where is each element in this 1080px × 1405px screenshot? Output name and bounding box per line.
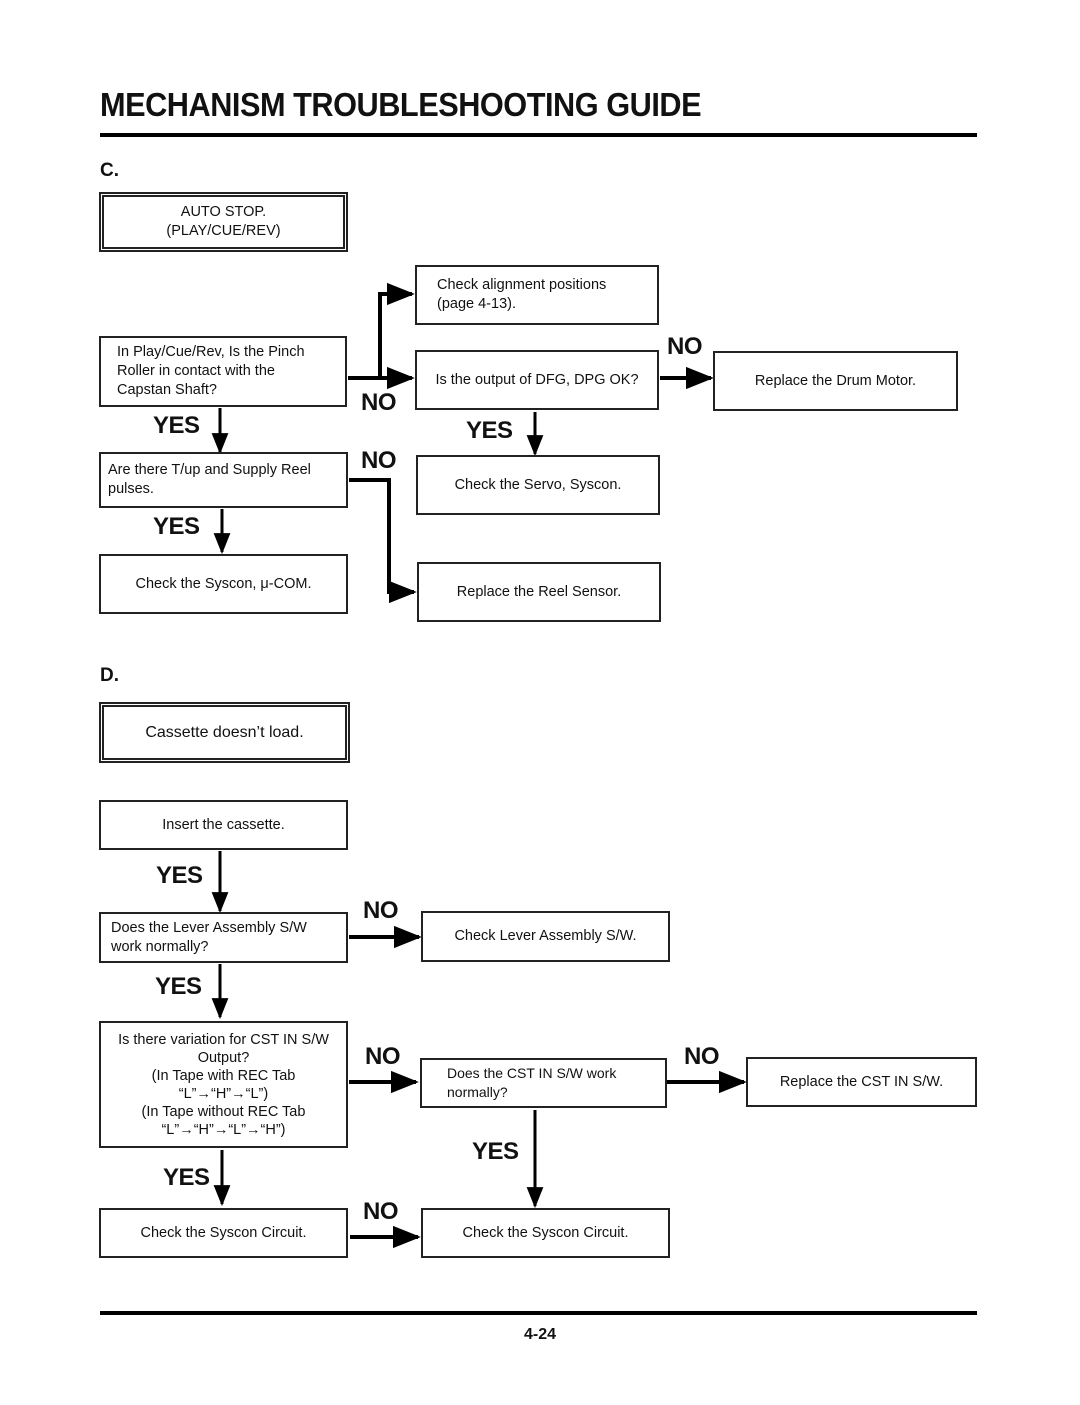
insert-cassette-text: Insert the cassette.	[162, 816, 285, 833]
dfg-dpg-question-text: Is the output of DFG, DPG OK?	[435, 371, 639, 388]
label-yes-pinch: YES	[153, 412, 200, 439]
check-syscon-ucom-box: Check the Syscon, μ-COM.	[99, 554, 348, 614]
label-no-pinch: NO	[361, 389, 397, 416]
page-number: 4-24	[523, 1326, 557, 1343]
check-lever-text: Check Lever Assembly S/W.	[454, 928, 637, 944]
label-yes-reel: YES	[153, 513, 200, 540]
check-lever-box: Check Lever Assembly S/W.	[421, 911, 670, 962]
section-d-label: D.	[100, 665, 119, 686]
section-c-label: C.	[100, 160, 119, 181]
check-syscon-circuit-2-box: Check the Syscon Circuit.	[421, 1208, 670, 1258]
start-cassette-box: Cassette doesn’t load.	[99, 702, 350, 763]
label-yes-cst: YES	[472, 1138, 519, 1165]
label-yes-lever: YES	[155, 973, 202, 1000]
label-no-dfg: NO	[667, 333, 703, 360]
check-syscon-circuit-2-text: Check the Syscon Circuit.	[462, 1224, 629, 1241]
check-syscon-ucom-text: Check the Syscon, μ-COM.	[135, 575, 312, 592]
bottom-rule	[100, 1311, 977, 1315]
check-servo-syscon-box: Check the Servo, Syscon.	[416, 455, 660, 515]
pinch-roller-question-text: In Play/Cue/Rev, Is the Pinch Roller in …	[117, 344, 305, 398]
label-no-syscon: NO	[363, 1198, 399, 1225]
label-yes-dfg: YES	[466, 417, 513, 444]
replace-cst-text: Replace the CST IN S/W.	[779, 1073, 944, 1090]
check-syscon-circuit-1-text: Check the Syscon Circuit.	[140, 1224, 307, 1241]
label-no-reel: NO	[361, 447, 397, 474]
label-no-variation: NO	[365, 1043, 401, 1070]
reel-pulses-question-box: Are there T/up and Supply Reel pulses.	[99, 452, 348, 508]
cst-question-text: Does the CST IN S/W work normally?	[447, 1065, 617, 1100]
arrow-pinch-no-to-alignment	[378, 282, 415, 378]
reel-pulses-question-text: Are there T/up and Supply Reel pulses.	[108, 462, 311, 497]
replace-reel-sensor-text: Replace the Reel Sensor.	[456, 583, 622, 600]
insert-cassette-box: Insert the cassette.	[99, 800, 348, 850]
lever-question-text: Does the Lever Assembly S/W work normall…	[111, 919, 307, 955]
dfg-dpg-question-box: Is the output of DFG, DPG OK?	[415, 350, 659, 410]
label-yes-insert: YES	[156, 862, 203, 889]
label-no-lever: NO	[363, 897, 399, 924]
replace-cst-box: Replace the CST IN S/W.	[746, 1057, 977, 1107]
start-auto-stop-text: AUTO STOP. (PLAY/CUE/REV)	[166, 204, 281, 239]
start-auto-stop-box: AUTO STOP. (PLAY/CUE/REV)	[99, 192, 348, 252]
cst-question-box: Does the CST IN S/W work normally?	[420, 1058, 667, 1108]
check-alignment-box: Check alignment positions (page 4-13).	[415, 265, 659, 325]
arrow-reel-no-to-sensor	[349, 478, 417, 604]
variation-question-box: Is there variation for CST IN S/W Output…	[99, 1021, 348, 1148]
replace-drum-motor-text: Replace the Drum Motor.	[754, 372, 917, 389]
replace-reel-sensor-box: Replace the Reel Sensor.	[417, 562, 661, 622]
label-yes-variation: YES	[163, 1164, 210, 1191]
replace-drum-motor-box: Replace the Drum Motor.	[713, 351, 958, 411]
check-servo-syscon-text: Check the Servo, Syscon.	[454, 476, 622, 493]
label-no-cst: NO	[684, 1043, 720, 1070]
start-cassette-text: Cassette doesn’t load.	[145, 724, 304, 741]
pinch-roller-question-box: In Play/Cue/Rev, Is the Pinch Roller in …	[99, 336, 347, 407]
lever-question-box: Does the Lever Assembly S/W work normall…	[99, 912, 348, 963]
check-syscon-circuit-1-box: Check the Syscon Circuit.	[99, 1208, 348, 1258]
variation-question-text: Is there variation for CST IN S/W Output…	[118, 1031, 329, 1138]
check-alignment-text: Check alignment positions (page 4-13).	[437, 277, 607, 312]
